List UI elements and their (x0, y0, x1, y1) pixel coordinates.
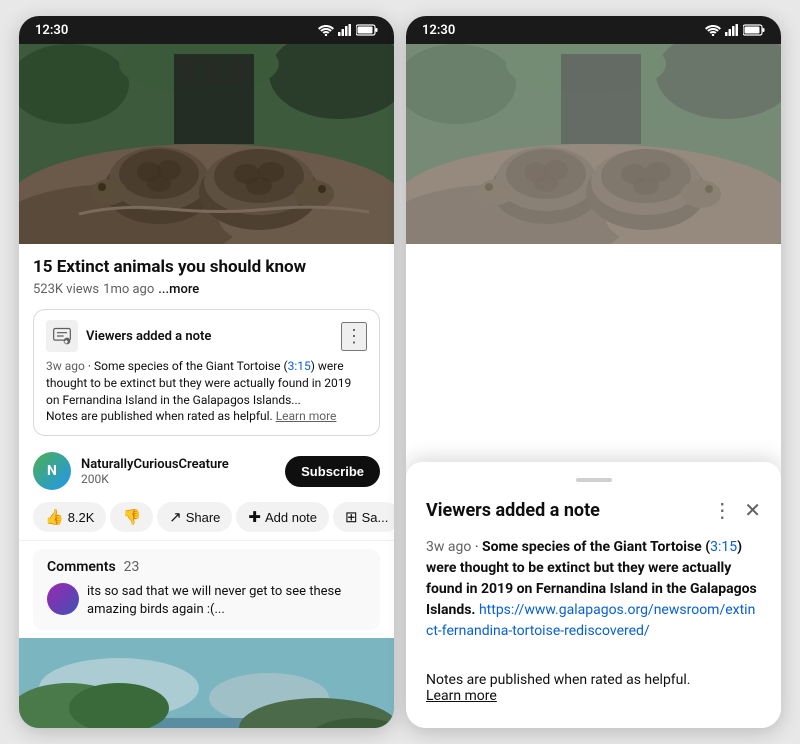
right-wifi-icon (705, 24, 721, 36)
channel-subscribers: 200K (81, 472, 275, 486)
channel-row: N NaturallyCuriousCreature 200K Subscrib… (19, 444, 394, 498)
left-status-icons (318, 24, 378, 36)
action-bar: 👍 8.2K 👎 ↗ Share ✚ Add note ⊞ Sa... (19, 498, 394, 541)
view-count: 523K views (33, 282, 99, 297)
share-button[interactable]: ↗ Share (157, 502, 232, 532)
right-battery-icon (743, 24, 765, 36)
left-time: 12:30 (35, 23, 68, 38)
note-card-body: 3w ago · Some species of the Giant Torto… (46, 358, 367, 425)
sheet-title: Viewers added a note (426, 500, 600, 521)
save-icon: ⊞ (345, 508, 358, 526)
battery-icon (356, 24, 378, 36)
signal-icon (338, 24, 352, 36)
sheet-url-link[interactable]: https://www.galapagos.org/newsroom/extin… (426, 602, 755, 639)
note-icon (46, 320, 78, 352)
add-note-button[interactable]: ✚ Add note (236, 502, 329, 532)
right-status-bar: 12:30 (406, 16, 781, 44)
note-card-title: Viewers added a note (86, 329, 211, 344)
sheet-learn-more-link[interactable]: Learn more (426, 688, 497, 704)
comments-section: Comments 23 its so sad that we will neve… (33, 549, 380, 629)
add-note-icon: ✚ (248, 508, 261, 526)
comments-label: Comments (47, 559, 116, 575)
community-notes-icon (52, 326, 72, 346)
right-time: 12:30 (422, 23, 455, 38)
more-link[interactable]: ...more (158, 282, 199, 297)
right-video-thumbnail (406, 44, 781, 244)
dislike-icon: 👎 (122, 508, 141, 526)
sheet-header-icons: ⋮ ✕ (712, 498, 761, 523)
note-footer-text: Notes are published when rated as helpfu… (46, 409, 276, 423)
sheet-timestamp-link[interactable]: 3:15 (710, 539, 737, 555)
upload-ago: 1mo ago (103, 282, 154, 297)
second-video-thumbnail[interactable] (19, 638, 394, 728)
comment-text: its so sad that we will never get to see… (87, 583, 366, 619)
note-menu-button[interactable]: ⋮ (341, 322, 367, 351)
save-label: Sa... (362, 510, 389, 525)
channel-name[interactable]: NaturallyCuriousCreature (81, 457, 275, 472)
note-timestamp: 3w ago (46, 359, 85, 373)
channel-avatar[interactable]: N (33, 452, 71, 490)
dislike-button[interactable]: 👎 (110, 502, 153, 532)
note-card-header: Viewers added a note ⋮ (46, 320, 367, 352)
left-phone: 12:30 (19, 16, 394, 728)
like-count: 8.2K (68, 510, 95, 525)
sheet-header: Viewers added a note ⋮ ✕ (426, 498, 761, 523)
wifi-icon (318, 24, 334, 36)
add-note-label: Add note (265, 510, 317, 525)
save-button[interactable]: ⊞ Sa... (333, 502, 394, 532)
note-body-text: Some species of the Giant Tortoise ( (94, 359, 288, 373)
share-label: Share (186, 510, 221, 525)
video-info: 15 Extinct animals you should know 523K … (19, 244, 394, 305)
subscribe-button[interactable]: Subscribe (285, 456, 380, 487)
channel-info: NaturallyCuriousCreature 200K (81, 457, 275, 486)
note-learn-more-link[interactable]: Learn more (276, 409, 337, 423)
like-button[interactable]: 👍 8.2K (33, 502, 106, 532)
comments-count: 23 (124, 559, 140, 575)
sheet-body-intro: Some species of the Giant Tortoise ( (482, 539, 710, 555)
second-video-svg (19, 638, 394, 728)
sheet-timestamp: 3w ago (426, 539, 471, 555)
right-signal-icon (725, 24, 739, 36)
tortoise-scene-svg (19, 44, 394, 244)
right-status-icons (705, 24, 765, 36)
note-card: Viewers added a note ⋮ 3w ago · Some spe… (33, 309, 380, 436)
share-icon: ↗ (169, 508, 182, 526)
left-video-thumbnail[interactable] (19, 44, 394, 244)
sheet-more-button[interactable]: ⋮ (712, 498, 732, 523)
video-meta: 523K views 1mo ago ...more (33, 282, 380, 297)
sheet-close-button[interactable]: ✕ (744, 498, 761, 523)
sheet-footer: Notes are published when rated as helpfu… (426, 656, 761, 704)
right-phone: 12:30 (406, 16, 781, 728)
like-icon: 👍 (45, 508, 64, 526)
comment-row: its so sad that we will never get to see… (47, 583, 366, 619)
sheet-handle (576, 478, 612, 482)
left-status-bar: 12:30 (19, 16, 394, 44)
note-timestamp-link[interactable]: 3:15 (288, 359, 311, 373)
comments-header: Comments 23 (47, 559, 366, 575)
bottom-sheet: Viewers added a note ⋮ ✕ 3w ago · Some s… (406, 462, 781, 728)
sheet-footer-text: Notes are published when rated as helpfu… (426, 672, 691, 688)
sheet-separator: · (475, 539, 482, 555)
note-header-left: Viewers added a note (46, 320, 211, 352)
commenter-avatar (47, 583, 79, 615)
right-tortoise-scene (406, 44, 781, 244)
video-title[interactable]: 15 Extinct animals you should know (33, 256, 380, 278)
sheet-body: 3w ago · Some species of the Giant Torto… (426, 537, 761, 642)
